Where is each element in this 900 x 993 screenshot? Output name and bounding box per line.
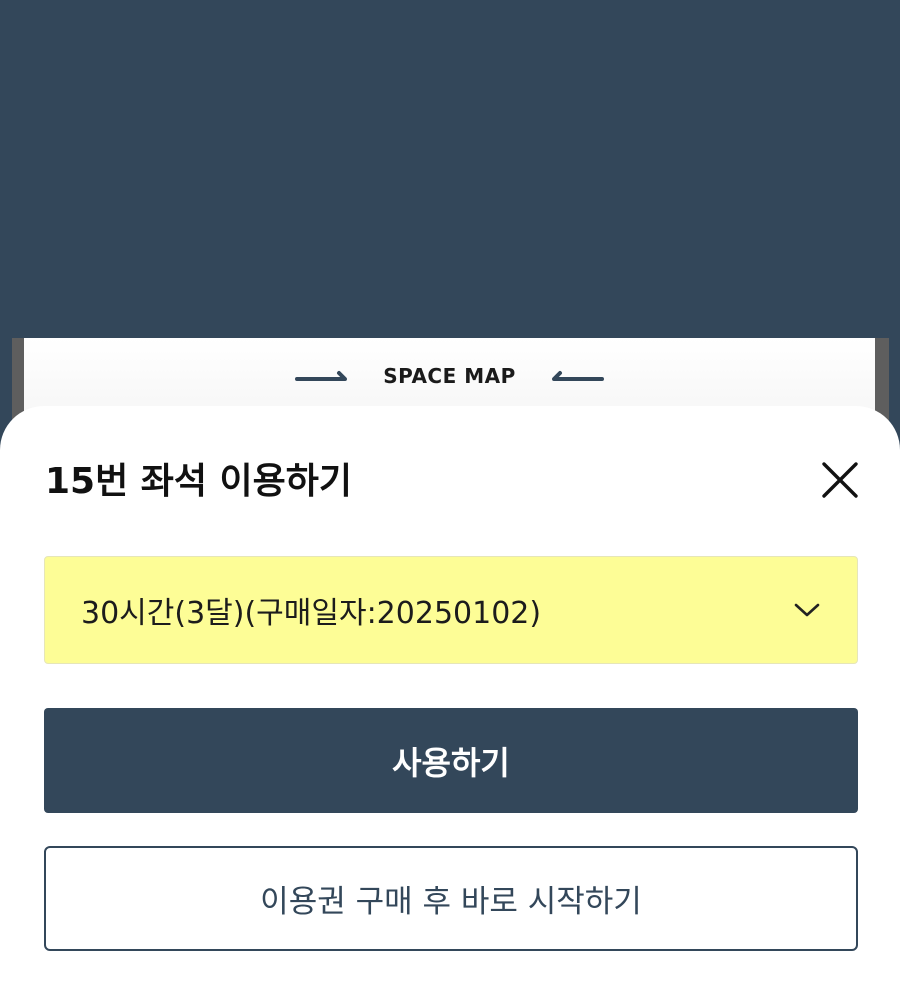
long-arrow-right-icon [295,368,351,384]
ticket-select-value: 30시간(3달)(구매일자:20250102) [81,596,542,631]
close-button[interactable] [814,456,866,508]
space-map-title: SPACE MAP [383,364,516,388]
sheet-title: 15번 좌석 이용하기 [45,461,353,502]
space-map-header: SPACE MAP [24,360,875,392]
close-icon [820,460,860,504]
buy-and-start-button[interactable]: 이용권 구매 후 바로 시작하기 [44,846,858,951]
long-arrow-left-icon [548,368,604,384]
use-button[interactable]: 사용하기 [44,708,858,813]
screen: SPACE MAP 15번 좌석 이용하기 30시간(3달)(구매일자:2025… [0,0,900,993]
ticket-select-dropdown[interactable]: 30시간(3달)(구매일자:20250102) [44,556,858,664]
chevron-down-icon [793,602,821,618]
